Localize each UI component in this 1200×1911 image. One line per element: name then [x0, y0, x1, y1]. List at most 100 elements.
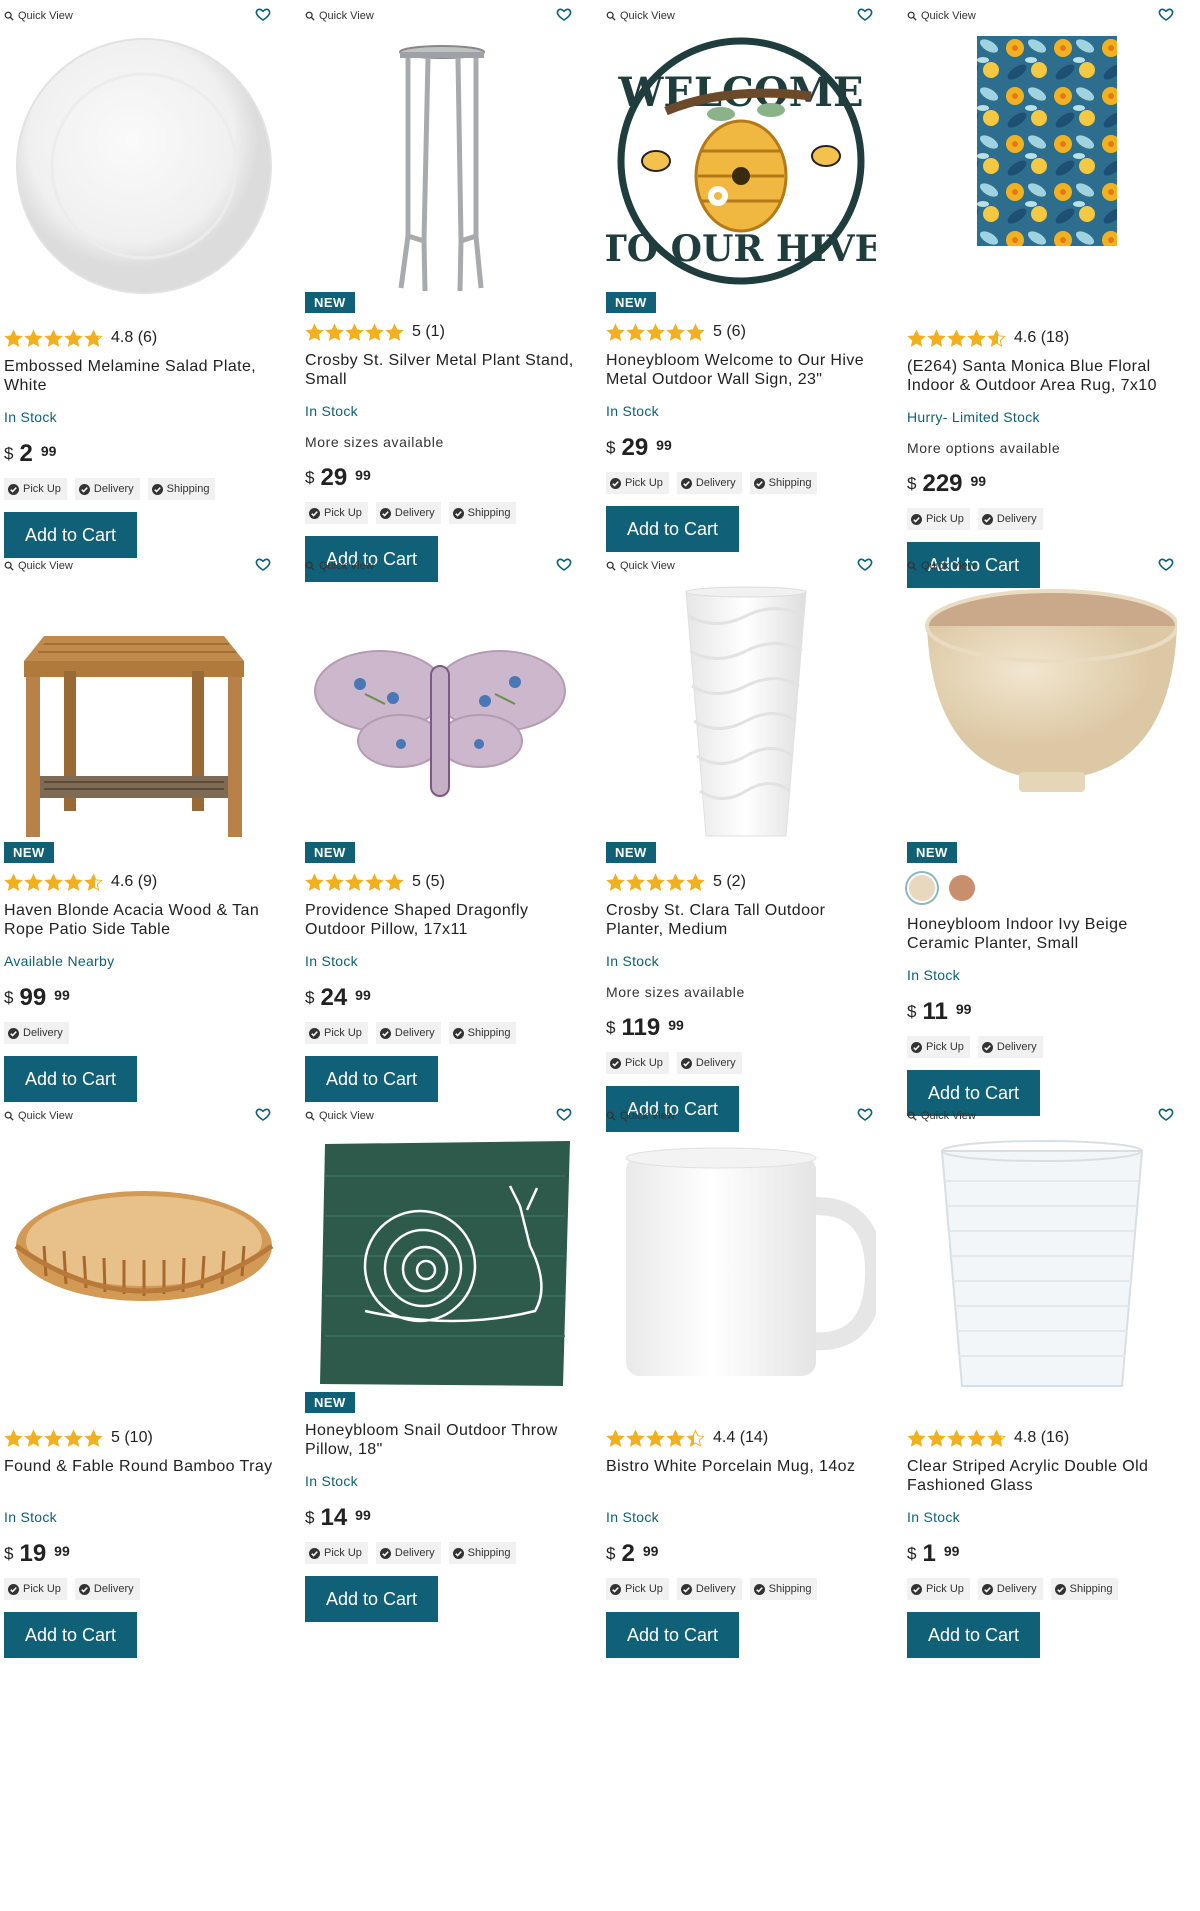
product-name[interactable]: (E264) Santa Monica Blue Floral Indoor &…	[907, 357, 1187, 395]
new-badge: NEW	[606, 842, 656, 863]
quick-view-link[interactable]: Quick View	[907, 1108, 976, 1124]
check-circle-icon	[680, 1057, 692, 1069]
heart-icon[interactable]	[255, 1106, 271, 1122]
currency-symbol: $	[4, 988, 14, 1007]
product-name[interactable]: Haven Blonde Acacia Wood & Tan Rope Pati…	[4, 901, 284, 939]
add-to-cart-button[interactable]: Add to Cart	[305, 1576, 438, 1622]
product-image[interactable]	[606, 586, 876, 846]
product-image[interactable]	[305, 586, 575, 846]
color-swatch[interactable]	[949, 875, 975, 901]
star-icon	[686, 322, 705, 341]
add-to-cart-button[interactable]: Add to Cart	[907, 1612, 1040, 1658]
heart-icon[interactable]	[857, 556, 873, 572]
options-note[interactable]: More sizes available	[606, 984, 886, 1002]
search-icon	[606, 11, 616, 21]
quick-view-link[interactable]: Quick View	[606, 1108, 675, 1124]
add-to-cart-button[interactable]: Add to Cart	[4, 1612, 137, 1658]
product-name[interactable]: Crosby St. Clara Tall Outdoor Planter, M…	[606, 901, 886, 939]
quick-view-link[interactable]: Quick View	[4, 1108, 73, 1124]
product-rating[interactable]: 4.8 (16)	[907, 1427, 1187, 1449]
star-icon	[987, 1428, 1006, 1447]
product-name[interactable]: Honeybloom Indoor Ivy Beige Ceramic Plan…	[907, 915, 1187, 953]
product-image[interactable]	[4, 1136, 274, 1396]
product-rating[interactable]: 5 (5)	[305, 871, 585, 893]
product-image[interactable]	[4, 36, 274, 296]
product-rating[interactable]: 5 (1)	[305, 321, 585, 343]
shipping-chip: Shipping	[448, 1022, 517, 1044]
add-to-cart-button[interactable]: Add to Cart	[606, 1612, 739, 1658]
heart-icon[interactable]	[857, 6, 873, 22]
price-dollars: 2	[621, 1540, 635, 1567]
product-name[interactable]: Bistro White Porcelain Mug, 14oz	[606, 1457, 886, 1495]
product-name[interactable]: Clear Striped Acrylic Double Old Fashion…	[907, 1457, 1187, 1495]
heart-icon[interactable]	[857, 1106, 873, 1122]
product-image[interactable]	[4, 586, 274, 846]
product-image[interactable]: WELCOME TO OUR HIVE	[606, 36, 876, 296]
pickup-label: Pick Up	[625, 477, 663, 489]
product-card[interactable]: Quick View 4.4 (14) Bistro White Porcelain…	[606, 1100, 891, 1760]
heart-icon[interactable]	[255, 556, 271, 572]
product-card[interactable]: Quick View NEW Honeybloom Snail Outdoor Th…	[305, 1100, 590, 1760]
product-image[interactable]	[907, 586, 1177, 846]
product-rating[interactable]: 4.4 (14)	[606, 1427, 886, 1449]
quick-view-link[interactable]: Quick View	[907, 558, 976, 574]
product-image[interactable]	[907, 36, 1177, 296]
product-name[interactable]: Honeybloom Welcome to Our Hive Metal Out…	[606, 351, 886, 389]
product-name[interactable]: Found & Fable Round Bamboo Tray	[4, 1457, 284, 1495]
options-note[interactable]: More options available	[907, 440, 1187, 458]
stock-status: In Stock	[305, 1473, 358, 1489]
check-circle-icon	[911, 1583, 922, 1595]
quick-view-link[interactable]: Quick View	[305, 558, 374, 574]
product-rating[interactable]: 5 (6)	[606, 321, 886, 343]
shipping-label: Shipping	[467, 1547, 511, 1559]
check-circle-icon	[151, 483, 163, 495]
product-card[interactable]: Quick View 5 (10) Found & Fable Round Bamb…	[4, 1100, 289, 1760]
product-rating[interactable]: 4.6 (18)	[907, 327, 1187, 349]
delivery-chip: Delivery	[74, 1578, 140, 1600]
heart-icon[interactable]	[1158, 6, 1174, 22]
fulfillment-options: Pick Up Delivery Shipping	[606, 472, 886, 494]
add-to-cart-button[interactable]: Add to Cart	[305, 1056, 438, 1102]
product-image[interactable]	[305, 1136, 575, 1396]
product-name[interactable]: Crosby St. Silver Metal Plant Stand, Sma…	[305, 351, 585, 389]
product-card[interactable]: Quick View 4.8 (16) Clear Striped Acrylic …	[907, 1100, 1192, 1760]
star-icon	[606, 322, 625, 341]
heart-icon[interactable]	[556, 6, 572, 22]
quick-view-link[interactable]: Quick View	[4, 8, 73, 24]
product-name[interactable]: Providence Shaped Dragonfly Outdoor Pill…	[305, 901, 585, 939]
product-image[interactable]	[606, 1136, 876, 1396]
fulfillment-options: Pick Up Delivery Shipping	[907, 1578, 1187, 1600]
product-name[interactable]: Honeybloom Snail Outdoor Throw Pillow, 1…	[305, 1421, 585, 1459]
check-circle-icon	[753, 1583, 765, 1595]
product-name[interactable]: Embossed Melamine Salad Plate, White	[4, 357, 284, 395]
add-to-cart-button[interactable]: Add to Cart	[606, 506, 739, 552]
check-circle-icon	[911, 513, 922, 525]
heart-icon[interactable]	[1158, 1106, 1174, 1122]
product-image[interactable]	[907, 1136, 1177, 1396]
rating-text: 4.6 (18)	[1014, 329, 1070, 346]
fulfillment-options: Pick Up Delivery Shipping	[606, 1578, 886, 1600]
quick-view-link[interactable]: Quick View	[606, 558, 675, 574]
quick-view-link[interactable]: Quick View	[4, 558, 73, 574]
heart-icon[interactable]	[556, 556, 572, 572]
options-note[interactable]: More sizes available	[305, 434, 585, 452]
quick-view-link[interactable]: Quick View	[907, 8, 976, 24]
heart-icon[interactable]	[255, 6, 271, 22]
color-swatch[interactable]	[909, 875, 935, 901]
price-cents: 99	[355, 1507, 371, 1523]
star-icon	[646, 872, 665, 891]
quick-view-link[interactable]: Quick View	[606, 8, 675, 24]
quick-view-link[interactable]: Quick View	[305, 1108, 374, 1124]
add-to-cart-button[interactable]: Add to Cart	[4, 1056, 137, 1102]
heart-icon[interactable]	[556, 1106, 572, 1122]
product-rating[interactable]: 4.8 (6)	[4, 327, 284, 349]
stock-status: In Stock	[606, 953, 659, 969]
price-cents: 99	[642, 1543, 659, 1559]
heart-icon[interactable]	[1158, 556, 1174, 572]
stock-status: In Stock	[4, 1509, 57, 1525]
product-rating[interactable]: 4.6 (9)	[4, 871, 284, 893]
quick-view-link[interactable]: Quick View	[305, 8, 374, 24]
product-rating[interactable]: 5 (10)	[4, 1427, 284, 1449]
product-rating[interactable]: 5 (2)	[606, 871, 886, 893]
product-image[interactable]	[305, 36, 575, 296]
